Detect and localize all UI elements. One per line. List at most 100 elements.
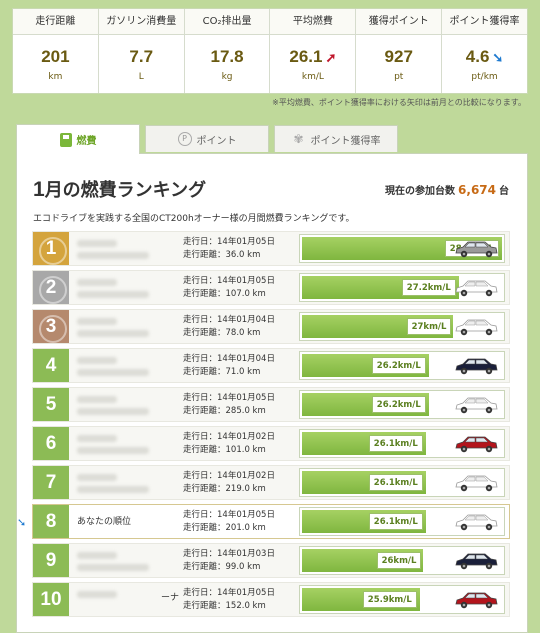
distance-value: 219.0 km (225, 484, 266, 494)
rank-number: 7 (33, 466, 69, 499)
sprout-icon: ✾ (293, 132, 304, 146)
drive-date: 走行日：14年01月05日 (183, 587, 275, 600)
distance-label: 走行距離： (183, 445, 226, 455)
stat-value: 26.1 (289, 47, 323, 66)
ranking-row: 10 ーナ 走行日：14年01月05日 走行距離：152.0 km 25.9km/L (32, 582, 510, 617)
date-value: 14年01月05日 (217, 393, 275, 403)
distance-label: 走行距離： (183, 562, 226, 572)
ranking-panel: 1月の燃費ランキング 現在の参加台数 6,674 台 エコドライブを実践する全国のC… (16, 153, 528, 633)
drive-date: 走行日：14年01月04日 (183, 353, 275, 366)
date-value: 14年01月04日 (217, 315, 275, 325)
stat-point-rate: ポイント獲得率 4.6 ➘ pt/km (442, 9, 527, 93)
stat-label: 平均燃費 (270, 9, 356, 35)
drive-distance: 走行距離：101.0 km (183, 444, 275, 457)
distance-value: 78.0 km (225, 328, 261, 338)
stat-value: 17.8 (210, 47, 244, 66)
fuel-bar: 28.6km/L (299, 234, 505, 263)
distance-value: 71.0 km (225, 367, 261, 377)
car-icon (455, 319, 498, 336)
distance-label: 走行距離： (183, 289, 226, 299)
ranking-row: 2 走行日：14年01月05日 走行距離：107.0 km 27.2km/L (32, 270, 510, 305)
drive-info: 走行日：14年01月05日 走行距離：107.0 km (183, 275, 275, 301)
tab-point-rate[interactable]: ✾ ポイント獲得率 (274, 125, 398, 152)
rank-number: 6 (33, 427, 69, 460)
stat-label: 走行距離 (13, 9, 98, 35)
car-icon (455, 592, 498, 609)
fuel-value-label: 26.2km/L (371, 396, 426, 413)
stats-note: ※平均燃費、ポイント獲得率における矢印は前月との比較になります。 (272, 98, 526, 107)
date-value: 14年01月05日 (217, 588, 275, 598)
date-label: 走行日： (183, 276, 218, 286)
car-icon (455, 358, 498, 375)
distance-value: 101.0 km (225, 445, 266, 455)
distance-value: 107.0 km (225, 289, 266, 299)
drive-info: 走行日：14年01月02日 走行距離：101.0 km (183, 431, 275, 457)
drive-date: 走行日：14年01月02日 (183, 431, 275, 444)
car-icon (455, 436, 498, 453)
owner-name: ーナ (161, 593, 180, 603)
stat-label: CO₂排出量 (184, 9, 270, 35)
tab-fuel[interactable]: 燃費 (16, 124, 140, 154)
fuel-bar: 27.2km/L (299, 273, 505, 302)
fuel-value-label: 27km/L (406, 318, 452, 335)
arrow-down-icon: ➘ (492, 50, 504, 65)
stat-unit: kg (221, 72, 233, 82)
distance-label: 走行距離： (183, 523, 226, 533)
rank-number: 5 (33, 388, 69, 421)
owner-name-blurred: ーナ (77, 588, 180, 612)
distance-label: 走行距離： (183, 250, 226, 260)
owner-name-blurred (77, 276, 177, 300)
ranking-row: 4 走行日：14年01月04日 走行距離：71.0 km 26.2km/L (32, 348, 510, 383)
ranking-row: 3 走行日：14年01月04日 走行距離：78.0 km 27km/L (32, 309, 510, 344)
distance-value: 99.0 km (225, 562, 261, 572)
tab-label: ポイント獲得率 (310, 135, 381, 147)
rank-medal: 2 (33, 271, 69, 304)
stat-unit: km (48, 72, 63, 82)
car-icon (455, 553, 498, 570)
drive-info: 走行日：14年01月03日 走行距離：99.0 km (183, 548, 275, 574)
stat-unit: pt (394, 72, 404, 82)
date-label: 走行日： (183, 588, 218, 598)
stat-label: 獲得ポイント (356, 9, 442, 35)
drive-distance: 走行距離：36.0 km (183, 249, 275, 262)
rank-number: 4 (33, 349, 69, 382)
owner-name-blurred (77, 315, 177, 339)
drive-info: 走行日：14年01月05日 走行距離：201.0 km (183, 509, 275, 535)
stat-value: 7.7 (129, 47, 154, 66)
date-value: 14年01月02日 (217, 471, 275, 481)
ranking-row: 7 走行日：14年01月02日 走行距離：219.0 km 26.1km/L (32, 465, 510, 500)
drive-distance: 走行距離：201.0 km (183, 522, 275, 535)
date-label: 走行日： (183, 549, 218, 559)
tab-point[interactable]: P ポイント (145, 125, 269, 152)
fuel-bar: 27km/L (299, 312, 505, 341)
drive-info: 走行日：14年01月04日 走行距離：71.0 km (183, 353, 275, 379)
fuel-value-label: 26km/L (376, 552, 422, 569)
fuel-pump-icon (59, 132, 72, 147)
drive-date: 走行日：14年01月02日 (183, 470, 275, 483)
owner-name-cell: あなたの順位 (77, 510, 177, 534)
page-title: 1月の燃費ランキング (33, 176, 206, 202)
drive-date: 走行日：14年01月03日 (183, 548, 275, 561)
owner-name-blurred (77, 237, 177, 261)
stat-distance: 走行距離 201 km (13, 9, 99, 93)
fuel-value-label: 27.2km/L (401, 279, 456, 296)
stat-unit: L (138, 72, 144, 82)
distance-label: 走行距離： (183, 328, 226, 338)
drive-distance: 走行距離：219.0 km (183, 483, 275, 496)
distance-value: 201.0 km (225, 523, 266, 533)
rank-number: 8 (33, 505, 69, 538)
stat-points: 獲得ポイント 927 pt (356, 9, 443, 93)
stat-avg-fuel: 平均燃費 26.1 ➚ km/L (270, 9, 357, 93)
fuel-value-label: 26.1km/L (368, 474, 423, 491)
count-label: 現在の参加台数 (385, 186, 456, 197)
date-label: 走行日： (183, 237, 218, 247)
ranking-row: 6 走行日：14年01月02日 走行距離：101.0 km 26.1km/L (32, 426, 510, 461)
rank-number: 10 (33, 583, 69, 616)
drive-info: 走行日：14年01月05日 走行距離：152.0 km (183, 587, 275, 613)
rank-number: 9 (33, 544, 69, 577)
car-icon (455, 514, 498, 531)
owner-name: あなたの順位 (77, 517, 132, 527)
stat-value: 927 (384, 47, 413, 66)
distance-value: 36.0 km (225, 250, 261, 260)
date-label: 走行日： (183, 471, 218, 481)
